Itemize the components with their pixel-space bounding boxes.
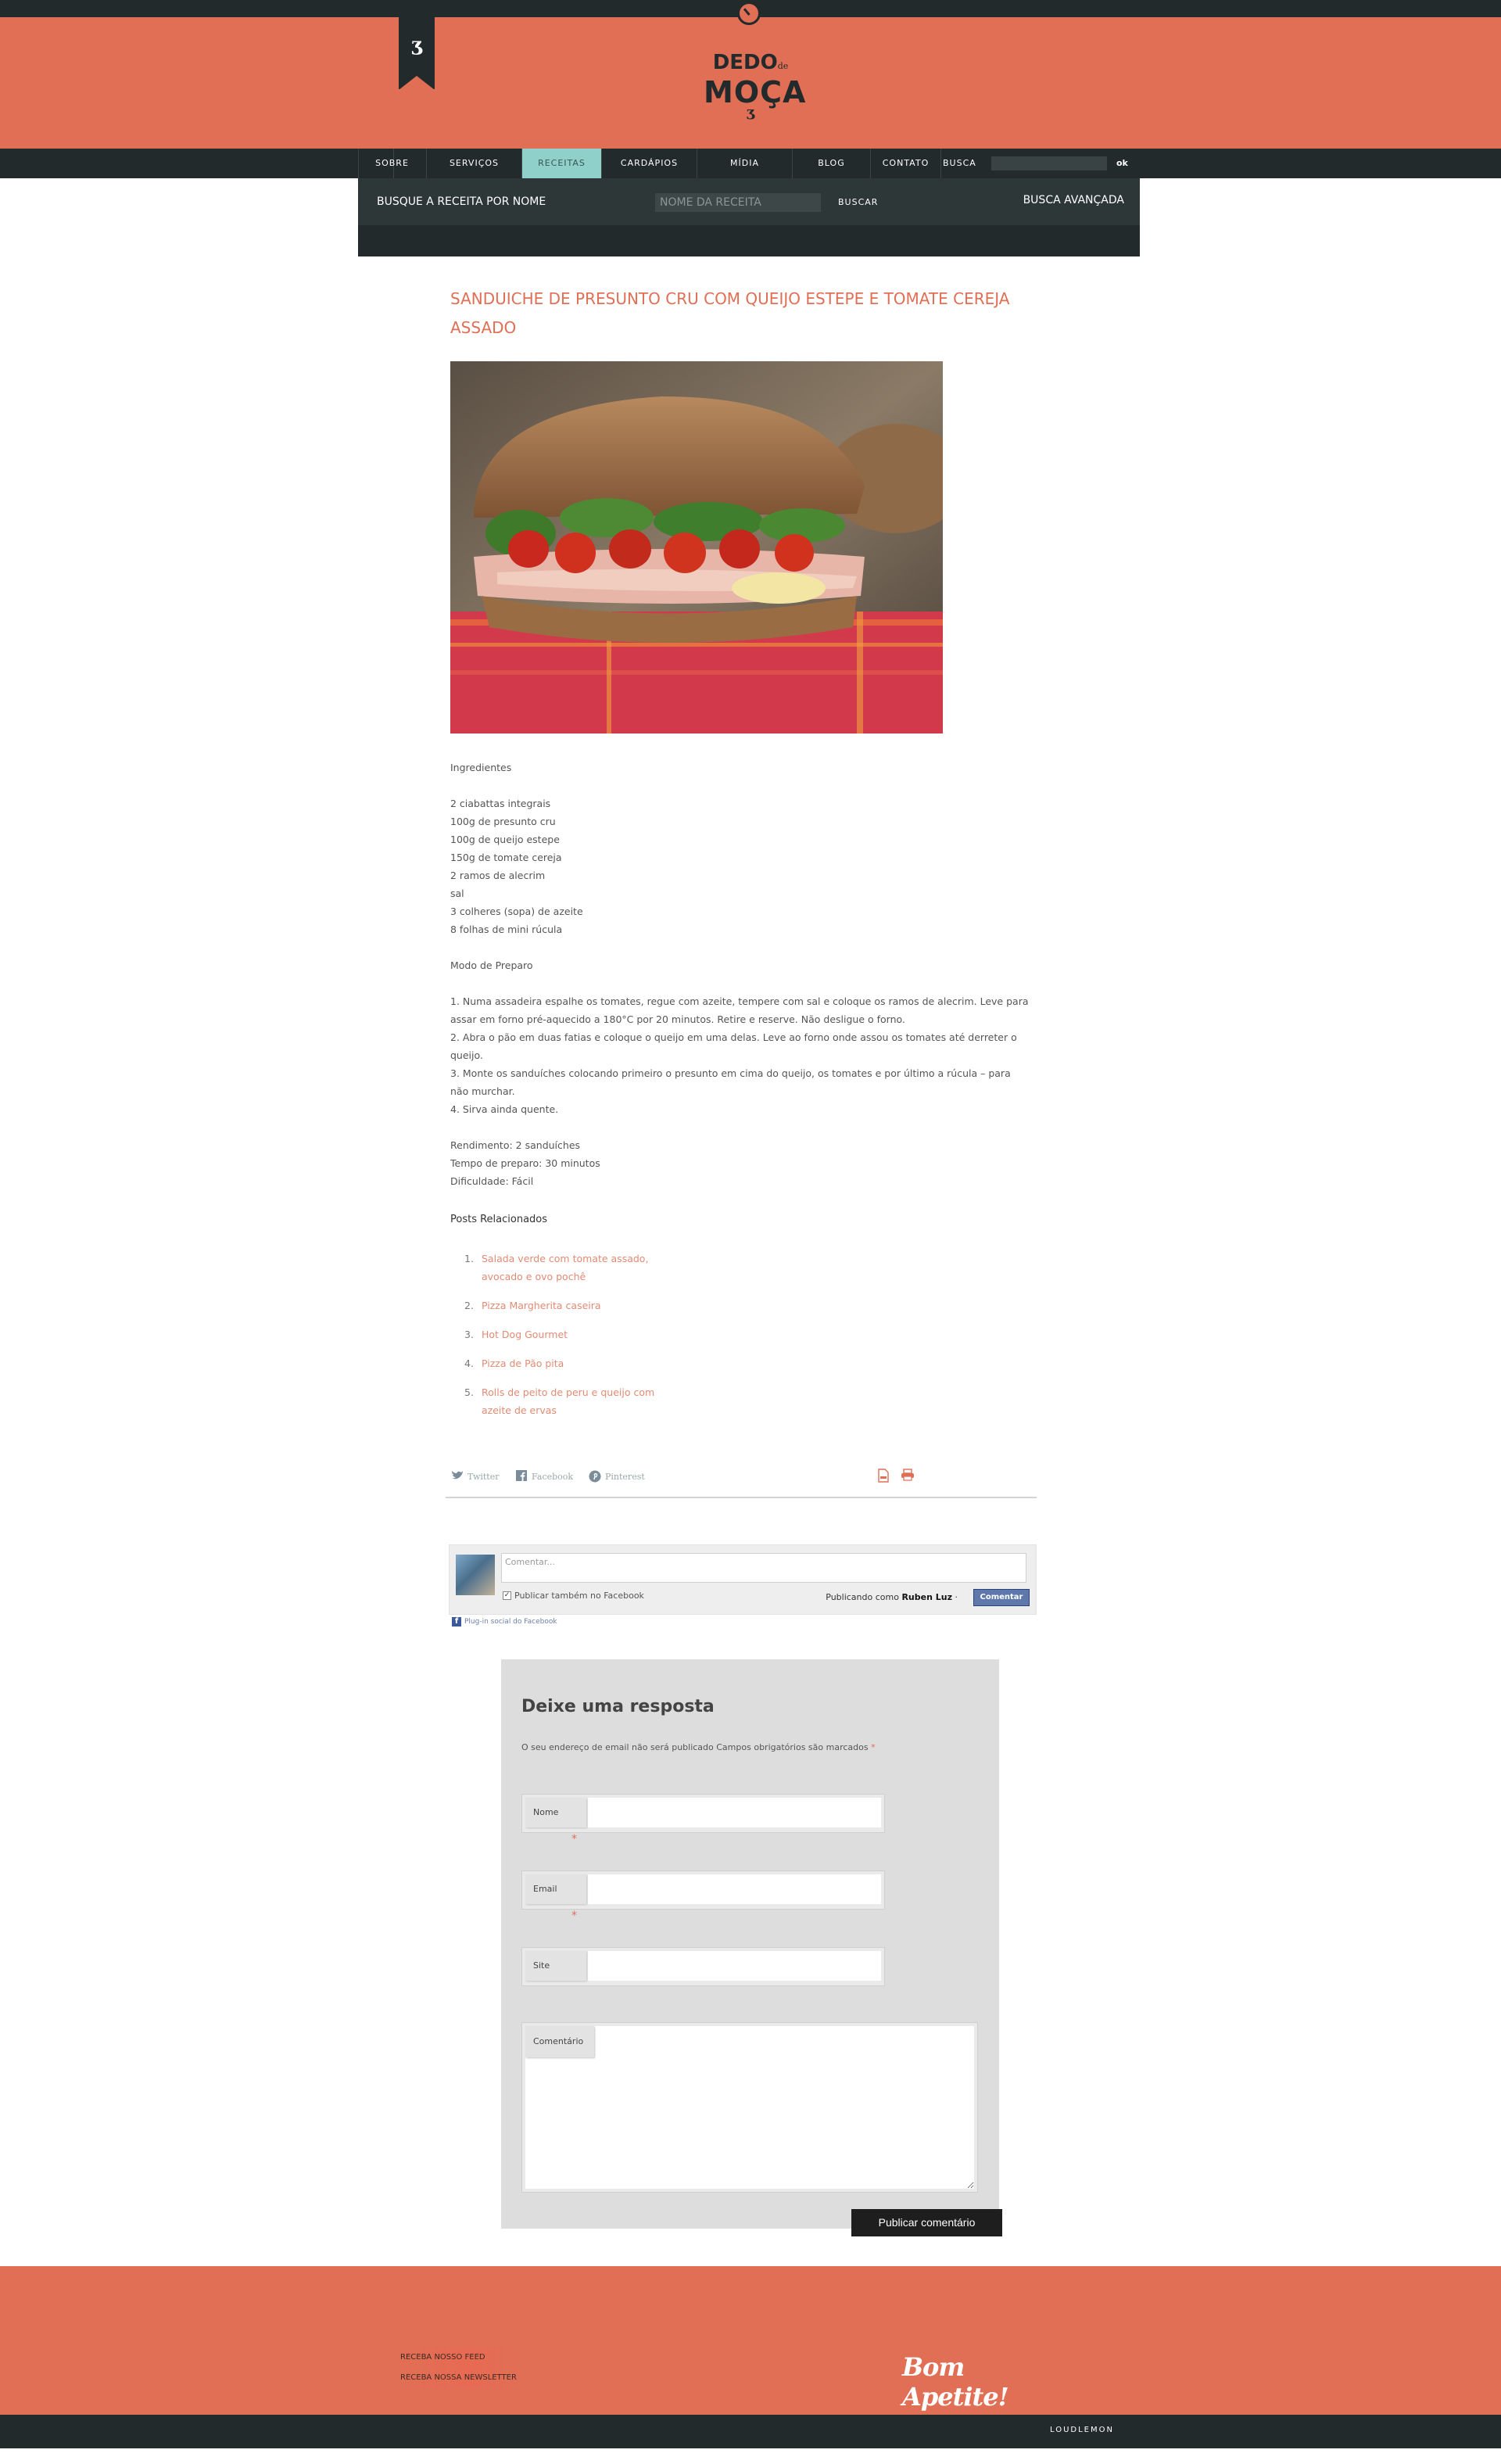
nav-search-input[interactable] — [991, 156, 1107, 170]
method-heading: Modo de Preparo — [450, 959, 533, 971]
twitter-icon — [450, 1470, 464, 1483]
reply-heading: Deixe uma resposta — [521, 1697, 715, 1716]
submit-comment-button[interactable]: Publicar comentário — [851, 2209, 1002, 2236]
bottom-bar: LOUDLEMON — [0, 2415, 1501, 2448]
nav-search-ok-button[interactable]: ok — [1116, 149, 1128, 178]
name-label: Nome — [525, 1798, 586, 1827]
name-input[interactable] — [588, 1798, 881, 1827]
newsletter-link[interactable]: RECEBA NOSSA NEWSLETTER — [400, 2368, 518, 2388]
footer-links: RECEBA NOSSO FEED RECEBA NOSSA NEWSLETTE… — [400, 2347, 518, 2388]
site-footer — [0, 2266, 1501, 2415]
required-mark: * — [571, 1833, 577, 1845]
related-post-item: 5. Rolls de peito de peru e queijo com az… — [450, 1383, 685, 1419]
related-post-link[interactable]: Pizza Margherita caseira — [482, 1297, 685, 1314]
ribbon-logo-mark: ʒ — [411, 33, 422, 56]
logo-line-1: DEDOde — [712, 51, 789, 74]
recipe-search-bar: BUSQUE A RECEITA POR NOME NOME DA RECEIT… — [358, 178, 1140, 256]
ingredient-item: 8 folhas de mini rúcula — [450, 924, 563, 935]
avatar — [456, 1555, 495, 1595]
nav-item-servicos[interactable]: SERVIÇOS — [427, 149, 522, 178]
email-input[interactable] — [588, 1874, 881, 1904]
related-post-link[interactable]: Hot Dog Gourmet — [482, 1325, 685, 1343]
method-step: 1. Numa assadeira espalhe os tomates, re… — [450, 995, 1029, 1025]
ingredient-item: 2 ciabattas integrais — [450, 798, 551, 809]
required-mark: * — [571, 1910, 577, 1922]
recipe-content: Ingredientes 2 ciabattas integrais 100g … — [450, 759, 1029, 1190]
facebook-comments-box: Comentar... ✓ Publicar também no Faceboo… — [449, 1544, 1037, 1615]
email-field: Email — [521, 1870, 885, 1910]
post-to-facebook-checkbox[interactable]: ✓ Publicar também no Facebook — [503, 1591, 644, 1601]
comment-label: Comentário — [525, 2026, 594, 2057]
tagline-badge: Bom Apetite! — [857, 2327, 1059, 2413]
email-label: Email — [525, 1874, 586, 1904]
credit-link[interactable]: LOUDLEMON — [1050, 2426, 1114, 2434]
nav-item-blog[interactable]: BLOG — [793, 149, 871, 178]
related-post-link[interactable]: Rolls de peito de peru e queijo com azei… — [482, 1383, 685, 1419]
recipe-photo — [450, 361, 943, 733]
recipe-yield: Rendimento: 2 sanduíches — [450, 1139, 581, 1151]
nav-item-midia[interactable]: MÍDIA — [697, 149, 793, 178]
checkbox-checked-icon: ✓ — [503, 1591, 511, 1600]
related-post-item: 2. Pizza Margherita caseira — [450, 1297, 685, 1314]
feed-link[interactable]: RECEBA NOSSO FEED — [400, 2347, 518, 2368]
advanced-search-link[interactable]: BUSCA AVANÇADA — [1023, 194, 1124, 206]
share-pinterest[interactable]: Pinterest — [588, 1470, 645, 1483]
nav-item-sobre[interactable]: SOBRE — [358, 149, 427, 178]
site-field: Site — [521, 1947, 885, 1986]
related-post-item: 1. Salada verde com tomate assado, avocad… — [450, 1250, 685, 1286]
nav-item-contato[interactable]: CONTATO — [871, 149, 941, 178]
site-label: Site — [525, 1951, 586, 1981]
recipe-search-label: BUSQUE A RECEITA POR NOME — [377, 195, 546, 208]
name-field: Nome — [521, 1794, 885, 1833]
reply-notes: O seu endereço de email não será publica… — [521, 1742, 876, 1752]
posting-as-text: Publicando como Ruben Luz · — [826, 1592, 958, 1602]
ingredient-item: 3 colheres (sopa) de azeite — [450, 906, 583, 917]
ingredient-item: sal — [450, 888, 464, 899]
facebook-comment-input[interactable]: Comentar... — [501, 1553, 1026, 1583]
ingredient-item: 100g de queijo estepe — [450, 834, 560, 845]
reply-form: Deixe uma resposta O seu endereço de ema… — [501, 1659, 999, 2229]
related-post-link[interactable]: Salada verde com tomate assado, avocado … — [482, 1250, 685, 1286]
site-logo[interactable]: DEDOde MOÇA ʒ — [704, 51, 807, 130]
site-input[interactable] — [588, 1951, 881, 1981]
recipe-search-input[interactable]: NOME DA RECEITA — [655, 193, 821, 212]
share-bar: Twitter Facebook Pinterest — [446, 1461, 1037, 1498]
bookmark-ribbon[interactable]: ʒ — [399, 17, 435, 90]
method-step: 2. Abra o pão em duas fatias e coloque o… — [450, 1031, 1017, 1061]
share-twitter[interactable]: Twitter — [450, 1470, 500, 1483]
nav-item-cardapios[interactable]: CARDÁPIOS — [602, 149, 697, 178]
facebook-icon — [514, 1470, 528, 1483]
clock-icon — [737, 2, 761, 25]
print-icon[interactable] — [901, 1469, 914, 1484]
tagline-text: Bom Apetite! — [902, 2352, 1009, 2412]
logo-line-2: MOÇA — [704, 75, 807, 109]
ingredient-item: 150g de tomate cereja — [450, 852, 562, 863]
facebook-icon: f — [452, 1617, 461, 1627]
related-posts-list: 1. Salada verde com tomate assado, avocad… — [450, 1250, 685, 1430]
facebook-plugin-credit[interactable]: f Plug-in social do Facebook — [452, 1617, 557, 1627]
recipe-prep-time: Tempo de preparo: 30 minutos — [450, 1157, 600, 1169]
related-post-item: 3. Hot Dog Gourmet — [450, 1325, 685, 1343]
related-post-item: 4. Pizza de Pão pita — [450, 1354, 685, 1372]
method-step: 4. Sirva ainda quente. — [450, 1103, 559, 1115]
recipe-search-button[interactable]: BUSCAR — [838, 197, 878, 207]
post-title: SANDUICHE DE PRESUNTO CRU COM QUEIJO EST… — [450, 289, 1010, 337]
share-facebook[interactable]: Facebook — [514, 1470, 573, 1483]
facebook-comment-button[interactable]: Comentar — [973, 1589, 1030, 1606]
pdf-icon[interactable] — [877, 1469, 890, 1484]
nav-item-receitas[interactable]: RECEITAS — [522, 149, 602, 178]
related-posts-heading: Posts Relacionados — [450, 1214, 548, 1225]
comment-field: Comentário — [521, 2022, 978, 2193]
nav-search-label: BUSCA — [943, 158, 976, 168]
ingredient-item: 100g de presunto cru — [450, 816, 556, 827]
method-step: 3. Monte os sanduíches colocando primeir… — [450, 1067, 1011, 1097]
main-nav: SOBRE SERVIÇOS RECEITAS CARDÁPIOS MÍDIA … — [0, 149, 1501, 178]
recipe-difficulty: Dificuldade: Fácil — [450, 1175, 534, 1187]
ingredients-heading: Ingredientes — [450, 762, 512, 773]
related-post-link[interactable]: Pizza de Pão pita — [482, 1354, 685, 1372]
pinterest-icon — [588, 1470, 602, 1483]
ingredient-item: 2 ramos de alecrim — [450, 870, 546, 881]
